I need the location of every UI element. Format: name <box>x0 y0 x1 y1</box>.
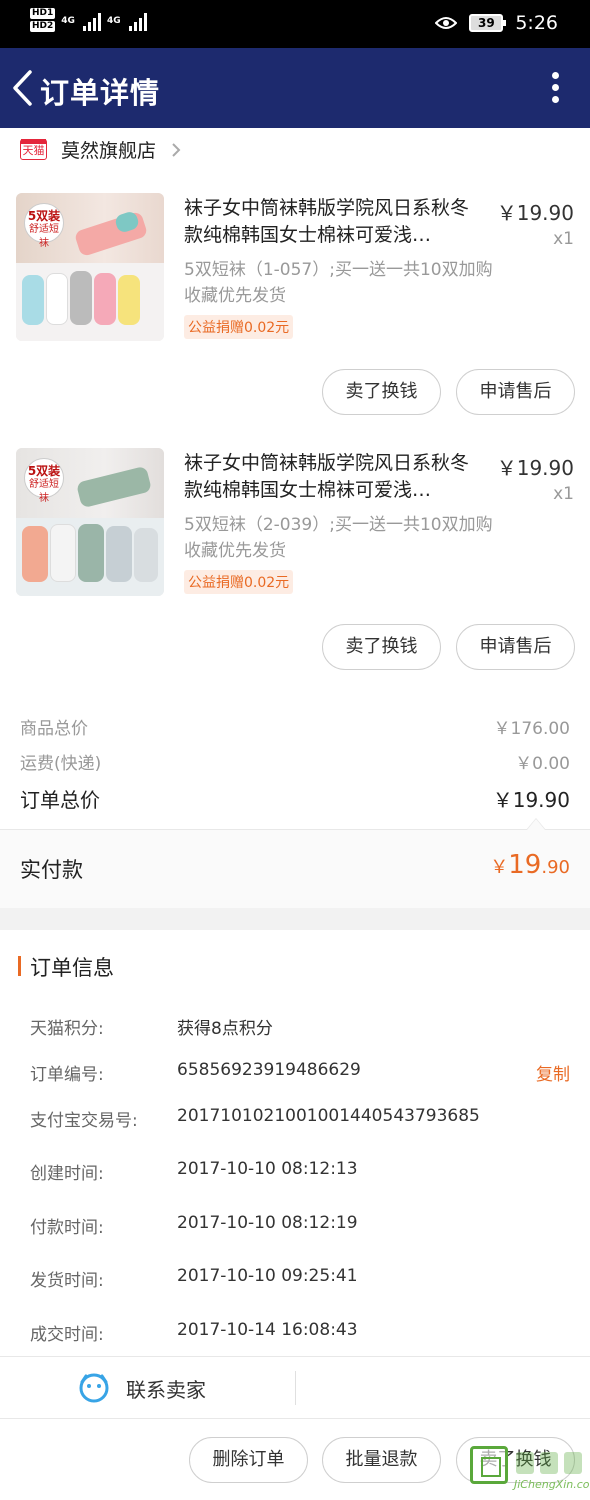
clock: 5:26 <box>515 12 558 34</box>
signal-icon-2 <box>128 11 147 31</box>
network-type-1: 4G <box>61 16 75 26</box>
item-price: ￥19.90 <box>496 456 574 480</box>
watermark-logo-glyphs <box>516 1452 582 1474</box>
contact-seller-button[interactable]: 联系卖家 <box>126 1374 206 1403</box>
chevron-right-icon <box>172 142 181 157</box>
order-info-section: 订单信息 天猫积分: 获得8点积分 订单编号: 65856923919486629 … <box>0 930 590 1356</box>
thumb-bottom-photo <box>16 263 164 341</box>
paid-amount: ￥19.90 <box>490 850 570 880</box>
paid-label: 实付款 <box>20 858 83 882</box>
chat-face-icon[interactable] <box>78 1372 110 1404</box>
item-sku: 5双短袜（2-039）;买一送一共10双加购收藏优先发货 <box>184 515 493 561</box>
section-accent-bar <box>18 956 21 976</box>
thumb-bottom-photo <box>16 518 164 596</box>
order-item[interactable]: 5双装 舒适短袜 袜子女中筒袜韩版学院风日系秋冬款纯棉韩国女士棉袜可爱浅… ￥19… <box>0 448 590 628</box>
thumb-badge: 5双装 舒适短袜 <box>24 203 64 249</box>
shipping-value: ￥0.00 <box>515 754 570 774</box>
order-item[interactable]: 5双装 舒适短袜 袜子女中筒袜韩版学院风日系秋冬款纯棉韩国女士棉袜可爱浅… ￥19… <box>0 193 590 373</box>
contact-bar: 联系卖家 <box>0 1356 590 1418</box>
product-thumbnail[interactable]: 5双装 舒适短袜 <box>16 193 164 341</box>
charity-tag: 公益捐赠0.02元 <box>184 315 294 339</box>
charity-tag: 公益捐赠0.02元 <box>184 570 294 594</box>
goods-total-label: 商品总价 <box>20 719 88 739</box>
after-sale-button[interactable]: 申请售后 <box>456 624 575 670</box>
shipping-label: 运费(快递) <box>20 754 102 774</box>
watermark-logo-icon <box>470 1446 508 1484</box>
copy-order-number-button[interactable]: 复制 <box>536 1060 570 1085</box>
item-quantity: x1 <box>553 229 574 249</box>
goods-total-row: 商品总价 ￥176.00 <box>20 714 570 739</box>
watermark: JiChengXin.com <box>470 1446 590 1492</box>
watermark-text: JiChengXin.com <box>514 1478 590 1491</box>
goods-total-value: ￥176.00 <box>493 719 570 739</box>
back-arrow-icon[interactable] <box>10 68 36 108</box>
divider <box>295 1371 296 1405</box>
status-bar: HD1 HD2 4G 4G 39 5:26 <box>0 0 590 48</box>
shop-header[interactable]: 天猫 莫然旗舰店 <box>20 136 182 163</box>
eye-comfort-icon <box>435 17 458 29</box>
signal-icon <box>82 11 101 31</box>
order-info-title: 订单信息 <box>30 956 114 980</box>
thumb-badge: 5双装 舒适短袜 <box>24 458 64 504</box>
product-thumbnail[interactable]: 5双装 舒适短袜 <box>16 448 164 596</box>
shipping-row: 运费(快递) ￥0.00 <box>20 749 570 774</box>
tmall-badge: 天猫 <box>20 139 47 160</box>
item-quantity: x1 <box>553 484 574 504</box>
network-type-2: 4G <box>106 16 121 26</box>
delete-order-button[interactable]: 删除订单 <box>189 1437 308 1483</box>
after-sale-button[interactable]: 申请售后 <box>456 369 575 415</box>
shop-name[interactable]: 莫然旗舰店 <box>61 136 156 163</box>
more-options-icon[interactable] <box>550 72 560 106</box>
sell-for-cash-button[interactable]: 卖了换钱 <box>322 369 441 415</box>
order-total-value: ￥19.90 <box>492 788 570 812</box>
order-card: 天猫 莫然旗舰店 5双装 舒适短袜 袜子女中筒袜韩版学院风日系秋冬款纯棉韩国女士棉… <box>0 128 590 908</box>
sell-for-cash-button[interactable]: 卖了换钱 <box>322 624 441 670</box>
nav-bar: 订单详情 <box>0 48 590 128</box>
pay-notch <box>526 818 546 830</box>
batch-refund-button[interactable]: 批量退款 <box>322 1437 441 1483</box>
order-total-label: 订单总价 <box>20 788 100 812</box>
hd-indicator: HD1 HD2 <box>30 8 56 32</box>
status-left: HD1 HD2 4G 4G <box>30 8 147 34</box>
item-title[interactable]: 袜子女中筒袜韩版学院风日系秋冬款纯棉韩国女士棉袜可爱浅… <box>184 450 484 504</box>
battery-icon: 39 <box>469 14 507 32</box>
item-price: ￥19.90 <box>496 201 574 225</box>
paid-amount-box: 实付款 ￥19.90 <box>0 830 590 908</box>
page-title: 订单详情 <box>40 76 161 110</box>
item-sku: 5双短袜（1-057）;买一送一共10双加购收藏优先发货 <box>184 260 493 306</box>
order-total-row: 订单总价 ￥19.90 <box>20 784 570 813</box>
item-title[interactable]: 袜子女中筒袜韩版学院风日系秋冬款纯棉韩国女士棉袜可爱浅… <box>184 195 484 249</box>
status-right: 39 5:26 <box>435 12 558 34</box>
